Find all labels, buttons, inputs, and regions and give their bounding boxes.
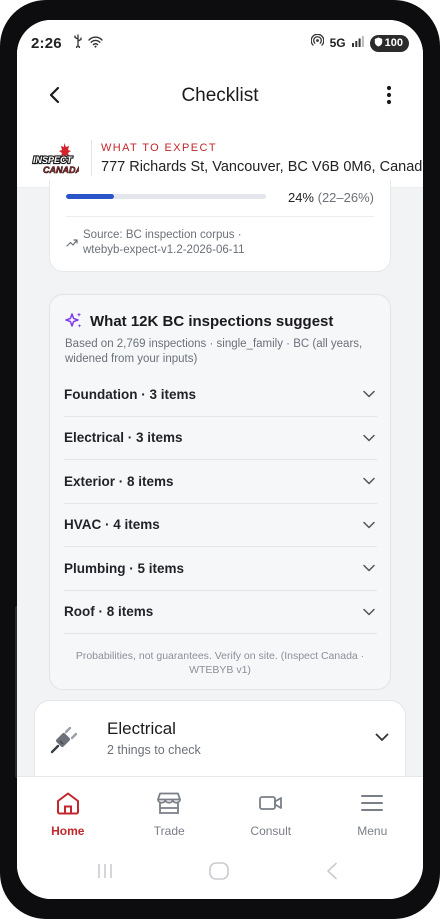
suggestions-subtitle: Based on 2,769 inspections · single_fami… (65, 338, 363, 365)
category-row-roof[interactable]: Roof · 8 items (64, 591, 377, 634)
progress-card: 24% (22–26%) Source: BC inspection corpu… (49, 180, 391, 272)
nav-label: Consult (250, 824, 292, 838)
battery-indicator: 100 (369, 34, 409, 52)
progress-value: 24% (287, 190, 314, 205)
signal-icon (351, 34, 364, 52)
sparkles-icon (64, 311, 84, 336)
system-nav-bar (17, 848, 423, 899)
shield-icon (374, 37, 383, 50)
nav-menu[interactable]: Menu (322, 777, 424, 848)
more-options-button[interactable] (377, 82, 401, 112)
status-left-icons (73, 34, 103, 53)
hotspot-icon (310, 33, 325, 52)
bottom-nav: Home Trade Consult Menu (17, 776, 423, 848)
nav-label: Home (51, 824, 85, 838)
section-title: Electrical (107, 719, 176, 738)
card-separator (66, 216, 374, 217)
inspect-canada-logo: INSPECT CANADA (31, 142, 82, 176)
source-text: Source: BC inspection corpus · wtebyb-ex… (83, 228, 293, 258)
chevron-down-icon (375, 729, 389, 747)
header-divider (91, 140, 92, 176)
suggestions-title: What 12K BC inspections suggest (90, 313, 334, 330)
app-bar: Checklist (17, 66, 423, 128)
eyebrow-label: WHAT TO EXPECT (101, 142, 217, 154)
category-row-hvac[interactable]: HVAC · 4 items (64, 504, 377, 547)
page-title: Checklist (181, 85, 259, 106)
category-label: HVAC · 4 items (64, 517, 160, 533)
category-row-foundation[interactable]: Foundation · 3 items (64, 373, 377, 417)
screen: 2:26 5G 100 Checklist INSPECT CANADA WHA… (17, 20, 423, 899)
category-label: Electrical · 3 items (64, 430, 183, 446)
property-header: INSPECT CANADA WHAT TO EXPECT 777 Richar… (17, 128, 423, 188)
usb-icon (73, 34, 83, 53)
category-row-electrical[interactable]: Electrical · 3 items (64, 417, 377, 460)
category-row-plumbing[interactable]: Plumbing · 5 items (64, 547, 377, 591)
section-subtitle: 2 things to check (107, 743, 201, 757)
phone-frame: 2:26 5G 100 Checklist INSPECT CANADA WHA… (0, 0, 440, 919)
chevron-down-icon (361, 560, 377, 576)
category-label: Foundation · 3 items (64, 386, 197, 402)
menu-icon (359, 791, 385, 820)
plug-icon (49, 725, 79, 760)
suggestions-card: What 12K BC inspections suggest Based on… (49, 294, 391, 690)
svg-text:INSPECT: INSPECT (33, 155, 74, 165)
chevron-down-icon (361, 604, 377, 620)
status-time: 2:26 (31, 35, 62, 52)
chevron-down-icon (361, 386, 377, 402)
nav-label: Menu (357, 824, 388, 838)
nav-label: Trade (153, 824, 185, 838)
disclaimer-text: Probabilities, not guarantees. Verify on… (75, 650, 365, 676)
chevron-down-icon (361, 473, 377, 489)
nav-consult[interactable]: Consult (220, 777, 322, 848)
home-icon (55, 791, 81, 820)
chevron-down-icon (361, 517, 377, 533)
progress-bar-fill (66, 194, 114, 199)
category-label: Exterior · 8 items (64, 473, 174, 489)
progress-range: (22–26%) (317, 190, 374, 205)
category-label: Roof · 8 items (64, 604, 154, 620)
category-label: Plumbing · 5 items (64, 560, 185, 576)
source-line-2: wtebyb-expect-v1.2-2026-06-11 (83, 244, 245, 256)
progress-percent: 24% (22–26%) (288, 190, 374, 205)
back-nav-button[interactable] (325, 862, 339, 885)
progress-bar (66, 194, 266, 199)
home-button[interactable] (208, 862, 230, 885)
kebab-icon (386, 85, 392, 110)
category-row-exterior[interactable]: Exterior · 8 items (64, 460, 377, 504)
status-bar: 2:26 5G 100 (17, 20, 423, 66)
property-address: 777 Richards St, Vancouver, BC V6B 0M6, … (101, 159, 423, 175)
chevron-down-icon (361, 430, 377, 446)
video-camera-icon (258, 791, 284, 820)
battery-level: 100 (384, 37, 403, 49)
category-list: Foundation · 3 items Electrical · 3 item… (64, 373, 377, 634)
wifi-icon (88, 35, 103, 53)
trend-icon (66, 234, 78, 252)
network-label: 5G (329, 36, 346, 50)
source-line-1: Source: BC inspection corpus · (83, 229, 242, 241)
status-right: 5G 100 (310, 33, 409, 52)
nav-home[interactable]: Home (17, 777, 119, 848)
recent-apps-button[interactable] (96, 862, 114, 885)
nav-trade[interactable]: Trade (119, 777, 221, 848)
svg-text:CANADA: CANADA (43, 165, 79, 175)
store-icon (156, 791, 182, 820)
